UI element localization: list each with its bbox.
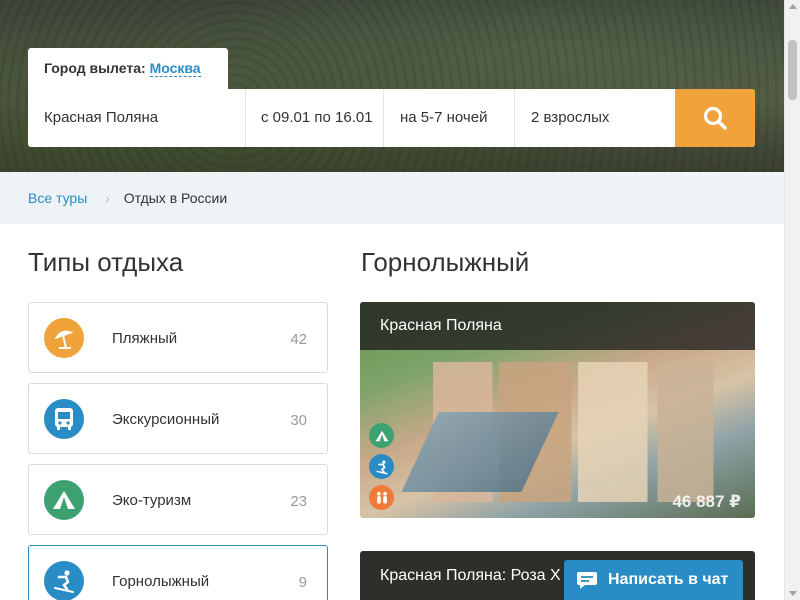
dates-field[interactable]: с 09.01 по 16.01 <box>246 89 384 147</box>
section-heading: Горнолыжный <box>361 247 530 277</box>
tent-icon <box>369 423 394 448</box>
vacation-types-list: Пляжный 42 Экскурсионный 30 Эко-туризм 2… <box>28 302 328 600</box>
type-item-eco[interactable]: Эко-туризм 23 <box>28 464 328 535</box>
breadcrumb-separator-icon: › <box>105 190 110 206</box>
scrollbar-thumb[interactable] <box>788 40 797 100</box>
beach-umbrella-icon <box>44 318 84 358</box>
skier-icon <box>44 561 84 600</box>
type-item-label: Эко-туризм <box>112 492 192 509</box>
origin-label: Город вылета: <box>44 60 146 76</box>
type-item-label: Экскурсионный <box>112 411 220 428</box>
type-item-count: 30 <box>290 412 307 429</box>
types-heading: Типы отдыха <box>28 247 184 277</box>
guests-field[interactable]: 2 взрослых <box>515 89 675 147</box>
chat-icon <box>577 572 597 589</box>
tour-card[interactable]: Красная Поляна 46 887 ₽ <box>360 302 755 518</box>
tour-card-tags <box>369 423 394 510</box>
nights-field[interactable]: на 5-7 ночей <box>384 89 515 147</box>
breadcrumb-link-all-tours[interactable]: Все туры <box>28 190 87 206</box>
type-item-excursion[interactable]: Экскурсионный 30 <box>28 383 328 454</box>
breadcrumb: Все туры › Отдых в России <box>0 172 784 224</box>
chat-button[interactable]: Написать в чат <box>564 560 743 600</box>
type-item-count: 23 <box>290 493 307 510</box>
type-item-beach[interactable]: Пляжный 42 <box>28 302 328 373</box>
search-icon <box>703 106 727 130</box>
tour-card-title: Красная Поляна: Роза Х <box>380 567 561 584</box>
origin-city-link[interactable]: Москва <box>149 60 201 77</box>
family-icon <box>369 485 394 510</box>
tour-card-price: 46 887 ₽ <box>672 492 741 511</box>
bus-icon <box>44 399 84 439</box>
scroll-down-icon[interactable] <box>789 591 797 596</box>
tent-icon <box>44 480 84 520</box>
type-item-ski[interactable]: Горнолыжный 9 <box>28 545 328 600</box>
page-scrollbar[interactable] <box>784 0 800 600</box>
origin-city-tab: Город вылета: Москва <box>28 48 228 89</box>
search-button[interactable] <box>675 89 755 147</box>
type-item-count: 42 <box>290 331 307 348</box>
scroll-up-icon[interactable] <box>789 4 797 9</box>
type-item-label: Пляжный <box>112 330 178 347</box>
type-item-count: 9 <box>298 574 307 591</box>
type-item-label: Горнолыжный <box>112 573 210 590</box>
breadcrumb-current: Отдых в России <box>123 190 228 206</box>
destination-field[interactable]: Красная Поляна <box>28 89 246 147</box>
chat-button-label: Написать в чат <box>608 571 729 588</box>
search-bar: Красная Поляна с 09.01 по 16.01 на 5-7 н… <box>28 89 755 147</box>
skier-icon <box>369 454 394 479</box>
tour-card-title: Красная Поляна <box>360 302 755 350</box>
